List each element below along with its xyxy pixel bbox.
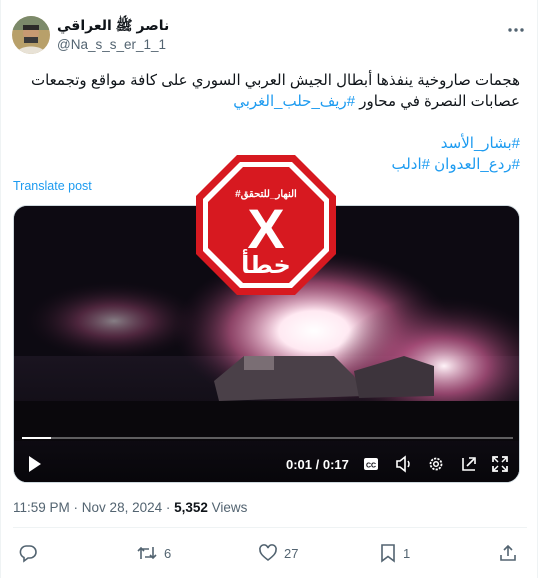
video-duration: 0:17 [322,457,349,472]
retweet-count: 6 [164,545,172,561]
retweet-button[interactable]: 6 [136,543,171,563]
author-handle[interactable]: @Na_s_s_er_1_1 [57,37,166,52]
bookmark-count: 1 [403,545,411,561]
settings-gear-icon[interactable] [427,454,445,474]
meta-dot: · [162,500,175,515]
translate-post-link[interactable]: Translate post [13,179,92,193]
video-time: 0:01 / 0:17 [286,457,349,472]
tweet-date[interactable]: Nov 28, 2024 [82,500,162,515]
fullscreen-icon[interactable] [491,454,509,474]
bookmark-icon [381,544,395,563]
hashtag-link[interactable]: #بشار_الأسد [441,135,520,152]
views-count: 5,352 [174,500,208,515]
heart-icon [259,544,277,562]
like-button[interactable]: 27 [258,543,298,563]
hashtag-link[interactable]: #ريف_حلب_الغربي [233,93,355,110]
tweet-text-line: هجمات صاروخية ينفذها أبطال الجيش العربي … [30,72,520,89]
reply-icon [19,545,37,563]
hashtag-link[interactable]: #ادلب [391,156,430,173]
views-label: Views [207,500,248,515]
video-current-time: 0:01 [286,457,313,472]
stamp-verdict-label: خطأ [241,249,291,279]
like-count: 27 [284,545,299,561]
reply-button[interactable] [18,543,44,563]
more-options-icon[interactable] [506,20,526,40]
video-time-separator: / [312,457,323,472]
share-button[interactable] [498,543,518,563]
bookmark-button[interactable]: 1 [379,543,410,563]
play-icon[interactable] [27,454,43,474]
share-icon [500,544,516,561]
tweet-card: ناصر ﷺ العراقي @Na_s_s_er_1_1 هجمات صارو… [0,0,538,578]
video-progress-bar[interactable] [22,437,513,439]
svg-text:CC: CC [366,463,376,470]
hashtag-line: #بشار_الأسد [10,133,520,154]
video-progress-fill [22,437,52,439]
fact-check-stamp: #النهار_للتحقق X خطأ [196,155,336,295]
avatar[interactable] [12,16,50,54]
hashtag-link[interactable]: #ردع_العدوان [434,156,520,173]
retweet-icon [137,546,157,560]
meta-dot: · [69,500,82,515]
captions-icon[interactable]: CC [363,454,379,474]
tweet-text-segment: عصابات النصرة في محاور [355,93,520,110]
picture-in-picture-icon[interactable] [460,454,478,474]
tweet-text-line: عصابات النصرة في محاور #ريف_حلب_الغربي [10,91,520,112]
tweet-time[interactable]: 11:59 PM [13,500,70,515]
divider [13,527,527,528]
author-name[interactable]: ناصر ﷺ العراقي [57,17,169,37]
volume-icon[interactable] [395,454,413,474]
tweet-meta: 11:59 PM · Nov 28, 2024 · 5,352 Views [13,500,247,515]
